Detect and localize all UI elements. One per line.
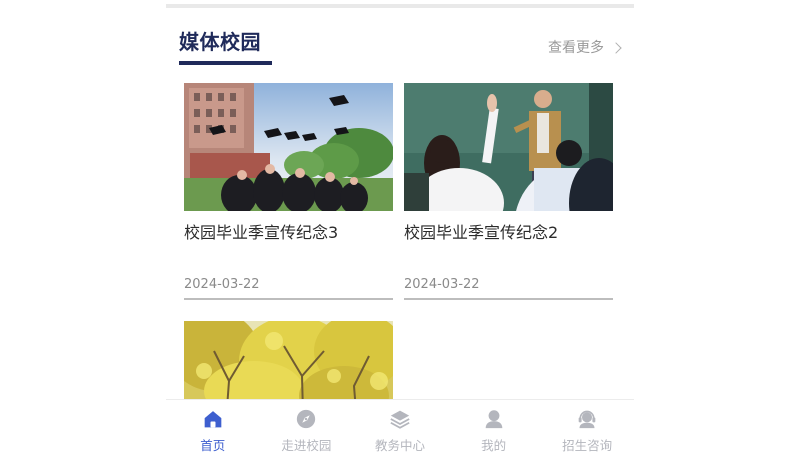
view-more-link[interactable]: 查看更多 bbox=[548, 37, 622, 57]
card-title: 校园毕业季宣传纪念3 bbox=[184, 223, 339, 242]
tab-label: 我的 bbox=[481, 438, 507, 453]
bottom-tab-bar: 首页 走进校园 教务中心 我的 招生咨询 bbox=[166, 399, 634, 453]
tab-label: 走进校园 bbox=[281, 438, 332, 453]
news-card[interactable]: 校园毕业季宣传纪念3 2024-03-22 bbox=[184, 83, 393, 300]
card-date: 2024-03-22 bbox=[404, 277, 480, 292]
tab-label: 招生咨询 bbox=[562, 438, 613, 453]
tab-home[interactable]: 首页 bbox=[166, 400, 260, 453]
section-title-underline bbox=[179, 61, 272, 65]
card-title: 校园毕业季宣传纪念2 bbox=[404, 223, 559, 242]
headset-icon bbox=[578, 410, 596, 429]
layers-icon bbox=[390, 410, 410, 429]
card-divider bbox=[184, 298, 393, 300]
tab-label: 首页 bbox=[200, 438, 226, 453]
card-divider bbox=[404, 298, 613, 300]
tab-admissions-consult[interactable]: 招生咨询 bbox=[540, 400, 634, 453]
tab-academic-center[interactable]: 教务中心 bbox=[353, 400, 447, 453]
news-card[interactable]: 校园毕业季宣传纪念2 2024-03-22 bbox=[404, 83, 613, 300]
graduation-caps-photo bbox=[184, 83, 393, 211]
section-divider bbox=[166, 4, 634, 8]
media-campus-screen: 媒体校园 查看更多 校园毕业季宣传纪念3 2024-03-22 校园毕业季宣传纪… bbox=[166, 0, 634, 453]
section-title: 媒体校园 bbox=[179, 30, 261, 54]
home-icon bbox=[204, 411, 222, 428]
card-date: 2024-03-22 bbox=[184, 277, 260, 292]
compass-icon bbox=[297, 409, 316, 429]
view-more-label: 查看更多 bbox=[548, 40, 604, 56]
user-icon bbox=[485, 410, 502, 429]
tab-explore-campus[interactable]: 走进校园 bbox=[260, 400, 354, 453]
tab-mine[interactable]: 我的 bbox=[447, 400, 541, 453]
classroom-raised-hand-photo bbox=[404, 83, 613, 211]
chevron-right-icon bbox=[610, 41, 622, 54]
tab-label: 教务中心 bbox=[374, 438, 425, 453]
